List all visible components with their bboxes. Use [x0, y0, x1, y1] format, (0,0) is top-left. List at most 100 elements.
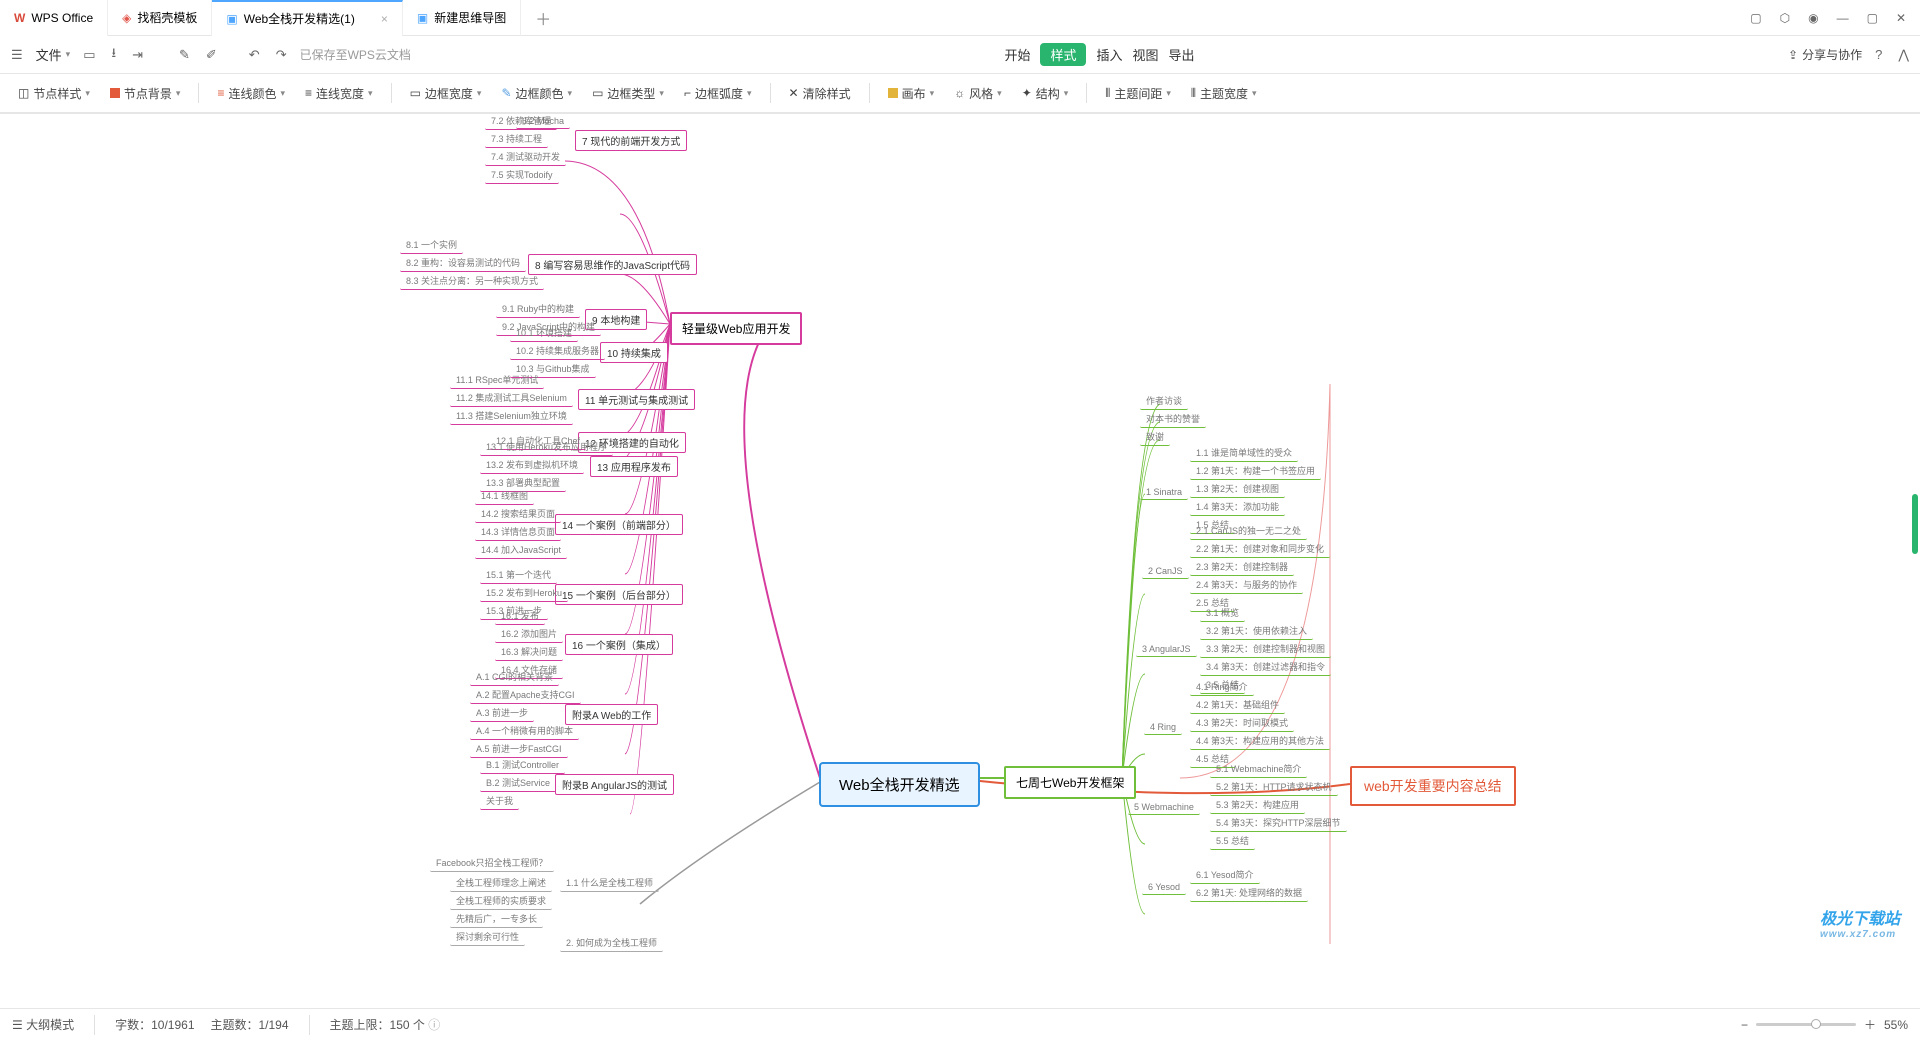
mindmap-node[interactable]: B.2 测试Service [480, 774, 556, 792]
mindmap-node[interactable]: 全栈工程师的实质要求 [450, 892, 552, 910]
mindmap-node[interactable]: 9.1 Ruby中的构建 [496, 300, 580, 318]
mindmap-node[interactable]: 2.1 CanJS的独一无二之处 [1190, 522, 1307, 540]
mindmap-node[interactable]: 7.5 实现Todoify [485, 166, 559, 184]
mindmap-node[interactable]: 14.1 线框图 [475, 487, 534, 505]
edit-icon[interactable]: ✐ [203, 44, 220, 66]
mindmap-node[interactable]: 关于我 [480, 792, 519, 810]
wps-home-tab[interactable]: WWPS Office [0, 0, 108, 36]
fmt-node-bg[interactable]: 节点背景 ▾ [104, 85, 187, 102]
tab-style[interactable]: 样式 [1040, 43, 1086, 66]
mindmap-node[interactable]: 8.2 重构：设容易测试的代码 [400, 254, 526, 272]
mindmap-node[interactable]: 1.1 什么是全栈工程师 [560, 874, 659, 892]
mindmap-node[interactable]: 15.2 发布到Heroku [480, 584, 568, 602]
mindmap-node[interactable]: 8.1 一个实例 [400, 236, 463, 254]
mindmap-node[interactable]: 对本书的赞誉 [1140, 410, 1206, 428]
mindmap-node[interactable]: 1.4 第3天：添加功能 [1190, 498, 1285, 516]
mindmap-node[interactable]: 7.4 测试驱动开发 [485, 148, 566, 166]
mindmap-node[interactable]: 13.1 使用Heroku发布应用程序 [480, 438, 613, 456]
mindmap-node[interactable]: 15.1 第一个迭代 [480, 566, 557, 584]
mindmap-node[interactable]: B.1 测试Controller [480, 756, 565, 774]
share-button[interactable]: ⇪ 分享与协作 [1788, 46, 1862, 63]
tab-insert[interactable]: 插入 [1096, 45, 1122, 64]
outline-mode-button[interactable]: ☰ 大纲模式 [12, 1016, 74, 1033]
mindmap-node[interactable]: 5.1 Webmachine简介 [1210, 760, 1307, 778]
central-node[interactable]: Web全栈开发精选 [819, 762, 980, 807]
close-icon[interactable]: × [381, 12, 388, 26]
mindmap-node[interactable]: 5 Webmachine [1128, 800, 1200, 815]
mindmap-node[interactable]: 致谢 [1140, 428, 1170, 446]
mindmap-node[interactable]: 探讨剩余可行性 [450, 928, 525, 946]
new-tab-button[interactable]: ＋ [521, 0, 565, 36]
doc-tab-2[interactable]: ▣新建思维导图 [403, 0, 521, 36]
mindmap-node[interactable]: 10.2 持续集成服务器 [510, 342, 605, 360]
mindmap-node[interactable]: Facebook只招全栈工程师？ [430, 854, 554, 872]
mindmap-node[interactable]: 3.3 第2天：创建控制器和视图 [1200, 640, 1331, 658]
zoom-in-button[interactable]: ＋ [1864, 1016, 1876, 1033]
branch-seven-weeks[interactable]: 七周七Web开发框架 [1004, 766, 1136, 799]
mindmap-node[interactable]: 14 一个案例（前端部分） [555, 514, 683, 535]
grid-icon[interactable]: ▢ [1750, 11, 1761, 25]
doc-tab-1[interactable]: ▣Web全栈开发精选(1)× [212, 0, 402, 36]
mindmap-node[interactable]: 8 编写容易思维作的JavaScript代码 [528, 254, 697, 275]
mindmap-node[interactable]: 7.2 依赖库管理 [485, 114, 557, 130]
mindmap-node[interactable]: A.4 一个稍微有用的脚本 [470, 722, 579, 740]
mindmap-node[interactable]: A.3 前进一步 [470, 704, 534, 722]
fmt-struct[interactable]: ✦ 结构 ▾ [1016, 85, 1075, 102]
mindmap-node[interactable]: 4.4 第3天：构建应用的其他方法 [1190, 732, 1330, 750]
redo-icon[interactable]: ↷ [273, 44, 290, 66]
mindmap-node[interactable]: A.2 配置Apache支持CGI [470, 686, 581, 704]
fmt-border-radius[interactable]: ⌐ 边框弧度 ▾ [678, 85, 758, 102]
mindmap-node[interactable]: 5.2 第1天：HTTP请求状态机 [1210, 778, 1338, 796]
mindmap-node[interactable]: 2 CanJS [1142, 564, 1189, 579]
close-window-icon[interactable]: ✕ [1896, 11, 1906, 25]
mindmap-node[interactable]: 6.2 第1天: 处理网络的数据 [1190, 884, 1308, 902]
file-menu[interactable]: 文件 ▾ [36, 45, 71, 64]
mindmap-node[interactable]: 14.4 加入JavaScript [475, 541, 567, 559]
zoom-slider[interactable] [1756, 1023, 1856, 1026]
tab-view[interactable]: 视图 [1132, 45, 1158, 64]
fmt-border-type[interactable]: ▭ 边框类型 ▾ [586, 85, 670, 102]
brush-icon[interactable]: ✎ [176, 44, 193, 66]
mindmap-node[interactable]: 附录A Web的工作 [565, 704, 658, 725]
mindmap-node[interactable]: 15 一个案例（后台部分） [555, 584, 683, 605]
branch-summary[interactable]: web开发重要内容总结 [1350, 766, 1516, 806]
mindmap-node[interactable]: 4 Ring [1144, 720, 1182, 735]
mindmap-node[interactable]: 作者访谈 [1140, 392, 1188, 410]
mindmap-node[interactable]: 10.1 环境搭建 [510, 324, 578, 342]
fmt-border-color[interactable]: ✎ 边框颜色 ▾ [495, 85, 578, 102]
mindmap-node[interactable]: 2.2 第1天：创建对象和同步变化 [1190, 540, 1330, 558]
fmt-theme[interactable]: ☼ 风格 ▾ [948, 85, 1008, 102]
mindmap-node[interactable]: 13.2 发布到虚拟机环境 [480, 456, 584, 474]
mindmap-node[interactable]: 2.3 第2天：创建控制器 [1190, 558, 1294, 576]
mindmap-node[interactable]: 11.3 搭建Selenium独立环境 [450, 407, 573, 425]
tab-start[interactable]: 开始 [1004, 45, 1030, 64]
mindmap-node[interactable]: 5.4 第3天：探究HTTP深层细节 [1210, 814, 1347, 832]
mindmap-node[interactable]: 6 Yesod [1142, 880, 1186, 895]
mindmap-canvas[interactable]: Web全栈开发精选 轻量级Web应用开发 七周七Web开发框架 web开发重要内… [0, 114, 1920, 980]
mindmap-node[interactable]: 16.2 添加图片 [495, 625, 563, 643]
folder-icon[interactable]: ▭ [80, 44, 98, 66]
mindmap-node[interactable]: 8.3 关注点分离：另一种实现方式 [400, 272, 544, 290]
mindmap-node[interactable]: 3 AngularJS [1136, 642, 1197, 657]
maximize-icon[interactable]: ▢ [1867, 11, 1878, 25]
mindmap-node[interactable]: 5.5 总结 [1210, 832, 1255, 850]
mindmap-node[interactable]: 3.2 第1天：使用依赖注入 [1200, 622, 1313, 640]
mindmap-node[interactable]: 6.1 Yesod简介 [1190, 866, 1260, 884]
fmt-spacing[interactable]: ⫴ 主题间距 ▾ [1099, 85, 1177, 102]
menu-icon[interactable]: ☰ [8, 44, 26, 66]
mindmap-node[interactable]: 5.3 第2天：构建应用 [1210, 796, 1305, 814]
fmt-line-width[interactable]: ≡ 连线宽度 ▾ [299, 85, 379, 102]
fmt-border-width[interactable]: ▭ 边框宽度 ▾ [404, 85, 488, 102]
mindmap-node[interactable]: 2. 如何成为全栈工程师 [560, 934, 663, 952]
fmt-canvas[interactable]: 画布 ▾ [882, 85, 941, 102]
mindmap-node[interactable]: 11.2 集成测试工具Selenium [450, 389, 573, 407]
mindmap-node[interactable]: 1 Sinatra [1140, 485, 1188, 500]
mindmap-node[interactable]: 4.3 第2天：时间取模式 [1190, 714, 1294, 732]
mindmap-node[interactable]: 2.4 第3天：与服务的协作 [1190, 576, 1303, 594]
export-icon[interactable]: ⇥ [129, 44, 146, 66]
mindmap-node[interactable]: 10 持续集成 [600, 342, 668, 363]
mindmap-node[interactable]: 先精后广，一专多长 [450, 910, 543, 928]
mindmap-node[interactable]: 7 现代的前端开发方式 [575, 130, 687, 151]
expand-icon[interactable]: ⋀ [1895, 44, 1912, 66]
mindmap-node[interactable]: 16 一个案例（集成） [565, 634, 673, 655]
